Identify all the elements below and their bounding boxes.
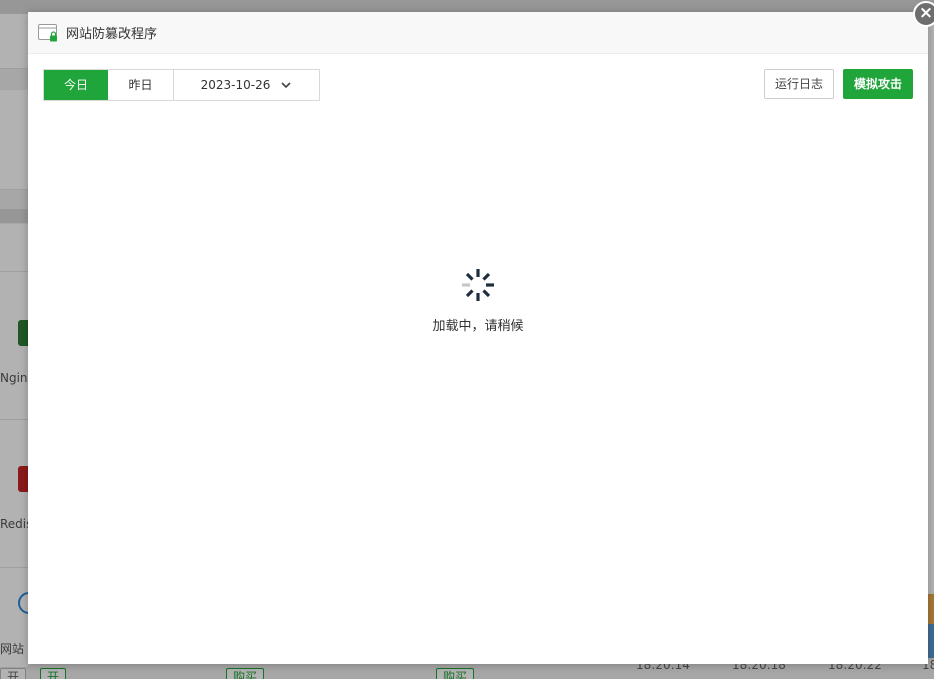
tab-today[interactable]: 今日 [44,70,108,100]
simulate-attack-button[interactable]: 模拟攻击 [843,69,913,99]
date-value: 2023-10-26 [200,78,271,92]
dialog-header[interactable]: 网站防篡改程序 [28,12,928,54]
tab-yesterday[interactable]: 昨日 [108,70,174,100]
date-filter-group: 今日 昨日 2023-10-26 [43,69,320,101]
run-log-button[interactable]: 运行日志 [763,69,834,99]
loading-text: 加载中，请稍候 [432,319,524,334]
loading-indicator: 加载中，请稍候 [28,267,928,334]
chevron-down-icon [281,82,291,89]
close-icon[interactable]: × [913,1,934,27]
browser-lock-icon [38,23,58,43]
dialog-title: 网站防篡改程序 [66,27,158,42]
tamper-protection-dialog: 网站防篡改程序 今日 昨日 2023-10-26 运行日志 模拟攻击 加载中，请… [28,12,928,664]
date-picker[interactable]: 2023-10-26 [174,70,319,100]
loading-spinner-icon [462,269,494,301]
dialog-toolbar: 今日 昨日 2023-10-26 运行日志 模拟攻击 [43,69,913,101]
